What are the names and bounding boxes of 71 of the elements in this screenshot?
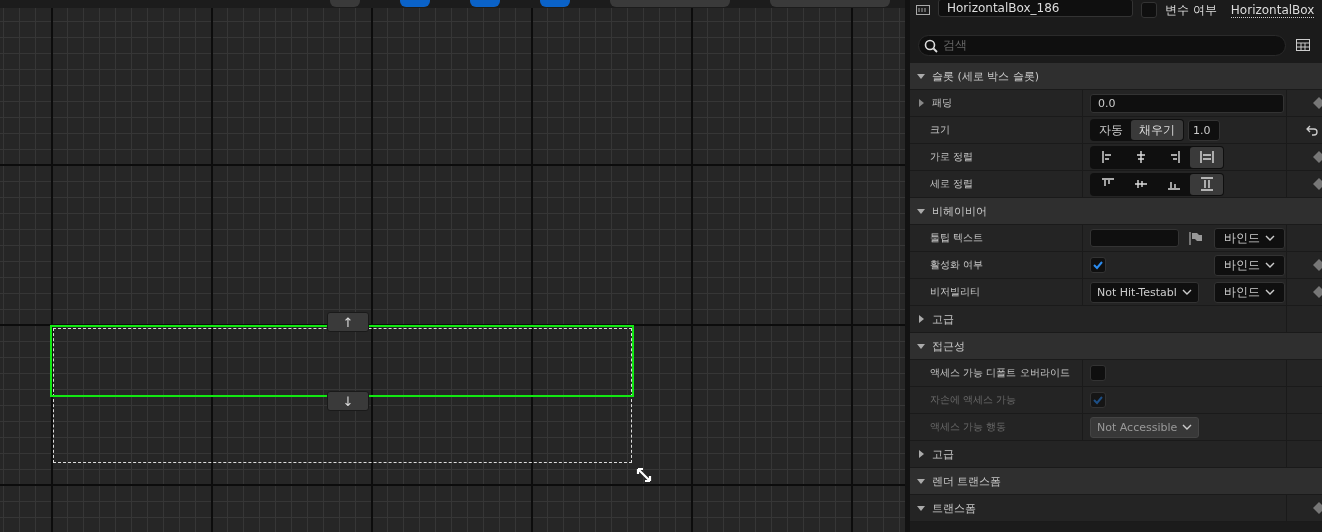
- resize-icon[interactable]: [636, 467, 652, 483]
- checkbox[interactable]: [1090, 257, 1106, 273]
- class-link[interactable]: HorizontalBox: [1230, 2, 1315, 18]
- triangle-icon: [916, 314, 926, 324]
- chevron-icon: [1181, 287, 1192, 297]
- table-icon[interactable]: [1296, 39, 1310, 51]
- keyframe-icon[interactable]: [1313, 502, 1322, 514]
- number-field[interactable]: 1.0: [1188, 119, 1220, 141]
- triangle-icon: [916, 503, 926, 513]
- alignment-button[interactable]: [1190, 146, 1223, 168]
- move-down-button[interactable]: ↓: [327, 391, 369, 411]
- section-title: 슬롯 (세로 박스 슬롯): [932, 68, 1040, 84]
- section-header[interactable]: 접근성: [910, 333, 1322, 360]
- number-field[interactable]: 0.0: [1090, 93, 1284, 113]
- property-label: 세로 정렬: [930, 177, 974, 191]
- alignment-icon: [1199, 150, 1214, 164]
- alignment-icon: [1199, 177, 1214, 191]
- move-up-button[interactable]: ↑: [327, 312, 369, 332]
- selection-outline[interactable]: [50, 325, 634, 397]
- variable-label: 변수 여부: [1165, 1, 1217, 19]
- triangle-icon: [916, 341, 926, 351]
- size-option[interactable]: 자동: [1091, 120, 1131, 140]
- property-label: 패딩: [932, 96, 952, 110]
- property-label: 자손에 액세스 가능: [930, 393, 1017, 407]
- group-title: 트랜스폼: [932, 500, 976, 516]
- text-field[interactable]: [1090, 229, 1179, 247]
- triangle-icon: [916, 476, 926, 486]
- bind-dropdown[interactable]: 바인드: [1214, 281, 1285, 303]
- alignment-button[interactable]: [1190, 173, 1223, 195]
- flag-icon[interactable]: [1189, 231, 1203, 245]
- keyframe-icon[interactable]: [1313, 97, 1322, 109]
- property-label: 비저빌리티: [930, 285, 980, 299]
- keyframe-icon[interactable]: [1313, 259, 1322, 271]
- chevron-icon: [1265, 233, 1275, 243]
- section-header[interactable]: 슬롯 (세로 박스 슬롯): [910, 63, 1322, 90]
- bind-dropdown[interactable]: 바인드: [1214, 227, 1285, 249]
- widget-icon: [916, 5, 930, 15]
- keyframe-icon[interactable]: [1313, 178, 1322, 190]
- keyframe-icon[interactable]: [1313, 286, 1322, 298]
- group-title: 고급: [932, 311, 954, 327]
- triangle-icon: [916, 449, 926, 459]
- triangle-icon[interactable]: [916, 98, 926, 108]
- section-title: 비헤이비어: [932, 203, 987, 219]
- property-label: 활성화 여부: [930, 258, 984, 272]
- chevron-icon: [1265, 287, 1275, 297]
- property-label: 툴팁 텍스트: [930, 231, 984, 245]
- design-canvas[interactable]: ↑ ↓: [0, 0, 905, 532]
- name-field[interactable]: HorizontalBox_186: [938, 0, 1133, 17]
- variable-checkbox[interactable]: [1141, 2, 1157, 18]
- bind-dropdown[interactable]: 바인드: [1214, 254, 1285, 276]
- property-label: 크기: [930, 123, 950, 137]
- section-title: 접근성: [932, 338, 965, 354]
- chevron-icon: [1265, 260, 1275, 270]
- triangle-icon: [916, 71, 926, 81]
- search-field[interactable]: 검색: [918, 34, 1286, 56]
- property-label: 액세스 가능 디폴트 오버라이드: [930, 366, 1070, 380]
- chevron-icon: [1182, 422, 1193, 432]
- section-title: 렌더 트랜스폼: [932, 473, 1002, 489]
- reset-icon[interactable]: [1306, 124, 1318, 136]
- group-title: 고급: [932, 446, 954, 462]
- search-icon: [924, 38, 938, 53]
- section-header[interactable]: 렌더 트랜스폼: [910, 468, 1322, 495]
- property-label: 가로 정렬: [930, 150, 974, 164]
- dropdown[interactable]: Not Hit-Testabl: [1090, 281, 1199, 303]
- keyframe-icon[interactable]: [1313, 151, 1322, 163]
- alignment-icon: [1133, 177, 1148, 191]
- checkbox[interactable]: [1090, 365, 1106, 381]
- property-label: 액세스 가능 행동: [930, 420, 1007, 434]
- size-option[interactable]: 채우기: [1131, 120, 1183, 140]
- triangle-icon: [916, 206, 926, 216]
- section-header[interactable]: 비헤이비어: [910, 198, 1322, 225]
